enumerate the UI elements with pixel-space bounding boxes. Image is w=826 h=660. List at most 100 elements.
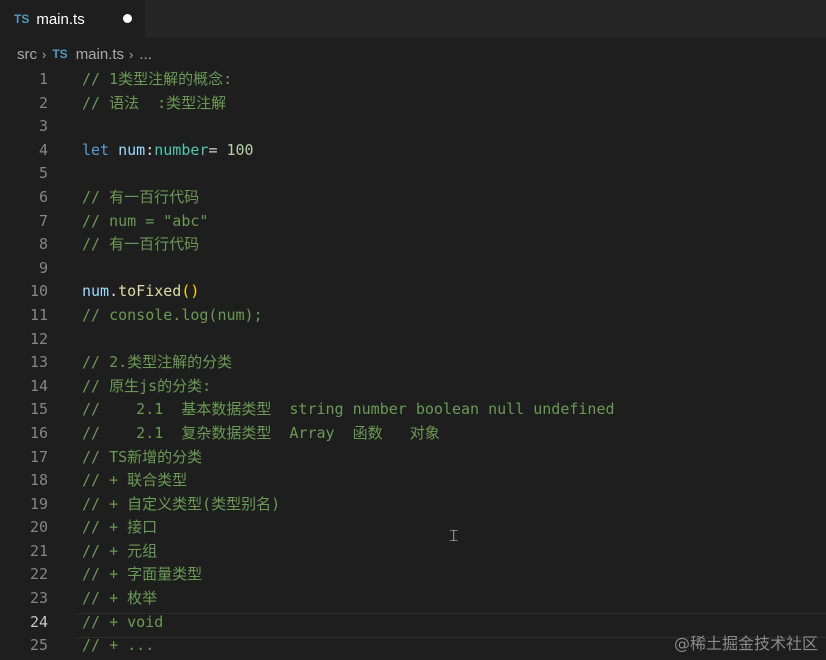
code-line[interactable]: 7 // num = "abc" xyxy=(0,210,826,234)
code-line[interactable]: 9 xyxy=(0,257,826,281)
code-token: = xyxy=(208,140,227,159)
code-line[interactable]: 2 // 语法 :类型注解 xyxy=(0,92,826,116)
line-code: // 有一百行代码 xyxy=(82,233,199,257)
code-line[interactable]: 12 xyxy=(0,328,826,352)
code-token: . xyxy=(109,282,119,301)
line-number: 20 xyxy=(29,518,48,537)
line-number: 17 xyxy=(29,447,48,466)
code-token: // 原生js的分类: xyxy=(82,376,212,395)
tab-main-ts[interactable]: TS main.ts xyxy=(0,0,145,38)
line-number: 23 xyxy=(29,589,48,608)
code-line[interactable]: 10 num.toFixed() xyxy=(0,280,826,304)
code-line[interactable]: 13 // 2.类型注解的分类 xyxy=(0,351,826,375)
code-token: 100 xyxy=(226,140,254,159)
code-line[interactable]: 14 // 原生js的分类: xyxy=(0,375,826,399)
line-number: 4 xyxy=(38,140,48,159)
line-code: // + ... xyxy=(82,634,154,658)
code-line[interactable]: 6 // 有一百行代码 xyxy=(0,186,826,210)
line-number: 10 xyxy=(29,282,48,301)
code-line[interactable]: 20 // + 接口 xyxy=(0,516,826,540)
code-token: // console.log(num); xyxy=(82,305,263,324)
code-line[interactable]: 21 // + 元组 xyxy=(0,540,826,564)
chevron-right-icon: › xyxy=(42,46,47,62)
line-number: 15 xyxy=(29,400,48,419)
line-code: // TS新增的分类 xyxy=(82,446,202,470)
code-token: // 有一百行代码 xyxy=(82,187,200,206)
code-token: // + 字面量类型 xyxy=(82,565,203,584)
code-line[interactable]: 11 // console.log(num); xyxy=(0,304,826,328)
code-token: // + void xyxy=(82,612,164,631)
code-token: // + 自定义类型(类型别名) xyxy=(82,494,281,513)
unsaved-dot-icon[interactable] xyxy=(123,14,132,23)
line-number: 16 xyxy=(29,423,48,442)
breadcrumb-folder-src[interactable]: src xyxy=(17,46,37,63)
line-code: // 1类型注解的概念: xyxy=(82,68,232,92)
line-code: num.toFixed() xyxy=(82,280,199,304)
tab-bar: TS main.ts xyxy=(0,0,826,38)
code-token: // + 联合类型 xyxy=(82,471,188,490)
line-code: // console.log(num); xyxy=(82,304,263,328)
code-token: // 语法 :类型注解 xyxy=(82,93,227,112)
line-number: 5 xyxy=(38,164,48,183)
line-code: // + 字面量类型 xyxy=(82,563,202,587)
code-line[interactable]: 15 // 2.1 基本数据类型 string number boolean nu… xyxy=(0,398,826,422)
code-line[interactable]: 19 // + 自定义类型(类型别名) xyxy=(0,493,826,517)
code-token: // 2.1 复杂数据类型 Array 函数 对象 xyxy=(82,423,440,442)
code-token: // 1类型注解的概念: xyxy=(82,70,233,88)
line-number: 12 xyxy=(29,329,48,348)
typescript-file-icon: TS xyxy=(14,12,30,26)
code-token: num xyxy=(118,140,146,159)
text-cursor-icon: ⌶ xyxy=(449,526,459,545)
code-line[interactable]: 17 // TS新增的分类 xyxy=(0,446,826,470)
line-code: // + void xyxy=(82,611,163,635)
code-token: : xyxy=(145,140,155,159)
typescript-file-icon: TS xyxy=(52,47,68,61)
watermark: @稀土掘金技术社区 xyxy=(673,634,818,653)
code-token: // + 元组 xyxy=(82,541,158,560)
code-line[interactable]: 1 // 1类型注解的概念: xyxy=(0,68,826,92)
code-line[interactable]: 22 // + 字面量类型 xyxy=(0,563,826,587)
line-number: 2 xyxy=(38,93,48,112)
line-code: // num = "abc" xyxy=(82,210,208,234)
code-line[interactable]: 3 xyxy=(0,115,826,139)
line-number: 8 xyxy=(38,235,48,254)
line-number: 11 xyxy=(29,305,48,324)
line-code: // + 接口 xyxy=(82,516,157,540)
breadcrumb-symbols[interactable]: ... xyxy=(139,46,152,63)
code-line[interactable]: 18 // + 联合类型 xyxy=(0,469,826,493)
code-token: // 有一百行代码 xyxy=(82,235,200,254)
code-token: toFixed xyxy=(118,282,182,301)
code-token: num xyxy=(82,282,110,301)
line-code: // 2.1 复杂数据类型 Array 函数 对象 xyxy=(82,422,440,446)
code-line[interactable]: 5 xyxy=(0,162,826,186)
line-code: let num:number= 100 xyxy=(82,139,254,163)
code-lines: 1 // 1类型注解的概念: 2 // 语法 :类型注解 3 4 let num:numbe… xyxy=(0,68,826,658)
chevron-right-icon: › xyxy=(129,46,134,62)
line-number: 21 xyxy=(29,541,48,560)
line-code: // + 元组 xyxy=(82,540,157,564)
code-line[interactable]: 23 // + 枚举 xyxy=(0,587,826,611)
line-number: 25 xyxy=(29,636,48,655)
code-line[interactable]: 8 // 有一百行代码 xyxy=(0,233,826,257)
code-token: // + 接口 xyxy=(82,518,158,537)
code-token: // 2.1 基本数据类型 string number boolean null… xyxy=(82,400,615,419)
line-number: 1 xyxy=(38,70,48,88)
line-number: 19 xyxy=(29,494,48,513)
code-token: // 2.类型注解的分类 xyxy=(82,353,233,372)
tab-label: main.ts xyxy=(36,10,85,28)
code-line[interactable]: 16 // 2.1 复杂数据类型 Array 函数 对象 xyxy=(0,422,826,446)
line-code: // + 联合类型 xyxy=(82,469,187,493)
line-code: // + 枚举 xyxy=(82,587,157,611)
code-editor[interactable]: 1 // 1类型注解的概念: 2 // 语法 :类型注解 3 4 let num:numbe… xyxy=(0,68,826,660)
code-token: () xyxy=(181,282,200,301)
breadcrumb-file[interactable]: main.ts xyxy=(76,46,124,63)
code-token: let xyxy=(82,140,110,159)
line-number: 6 xyxy=(38,187,48,206)
line-code: // 原生js的分类: xyxy=(82,375,211,399)
code-line[interactable]: 4 let num:number= 100 xyxy=(0,139,826,163)
line-number: 3 xyxy=(38,117,48,136)
line-number: 18 xyxy=(29,471,48,490)
breadcrumb: src › TS main.ts › ... xyxy=(0,38,826,70)
line-code: // 有一百行代码 xyxy=(82,186,199,210)
